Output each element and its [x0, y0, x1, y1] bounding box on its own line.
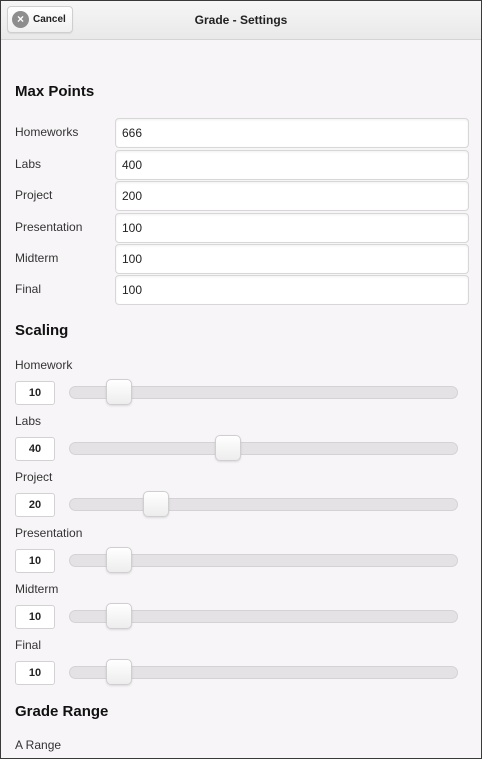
max-points-title: Max Points	[15, 83, 95, 100]
a-range-label: A Range	[15, 738, 62, 752]
project-scale-label: Project	[15, 470, 53, 484]
grade-range-title: Grade Range	[15, 703, 109, 720]
labs-max-input[interactable]	[115, 150, 469, 180]
labs-slider[interactable]	[69, 435, 458, 461]
homework-slider[interactable]	[69, 379, 458, 405]
homework-scale-value[interactable]: 10	[15, 381, 55, 405]
project-slider-handle[interactable]	[142, 491, 169, 517]
labs-slider-handle[interactable]	[215, 435, 242, 461]
labs-label: Labs	[15, 157, 42, 171]
final-label: Final	[15, 282, 42, 296]
header-bar: × Cancel Grade - Settings	[1, 1, 481, 40]
page-title: Grade - Settings	[194, 13, 288, 27]
midterm-scale-value[interactable]: 10	[15, 605, 55, 629]
final-slider[interactable]	[69, 659, 458, 685]
final-max-input[interactable]	[115, 275, 469, 305]
homework-scale-label: Homework	[15, 358, 73, 372]
presentation-scale-label: Presentation	[15, 526, 83, 540]
project-label: Project	[15, 188, 53, 202]
midterm-slider-handle[interactable]	[106, 603, 133, 629]
midterm-scale-label: Midterm	[15, 582, 59, 596]
project-scale-value[interactable]: 20	[15, 493, 55, 517]
scaling-title: Scaling	[15, 322, 69, 339]
homework-slider-handle[interactable]	[106, 379, 133, 405]
settings-screen: × Cancel Grade - Settings Max Points Hom…	[0, 0, 482, 759]
final-scale-label: Final	[15, 638, 42, 652]
presentation-max-input[interactable]	[115, 213, 469, 243]
midterm-max-input[interactable]	[115, 244, 469, 274]
project-slider[interactable]	[69, 491, 458, 517]
presentation-slider[interactable]	[69, 547, 458, 573]
project-max-input[interactable]	[115, 181, 469, 211]
homeworks-label: Homeworks	[15, 125, 79, 139]
final-slider-handle[interactable]	[106, 659, 133, 685]
midterm-slider[interactable]	[69, 603, 458, 629]
presentation-label: Presentation	[15, 220, 83, 234]
midterm-label: Midterm	[15, 251, 59, 265]
homeworks-max-input[interactable]	[115, 118, 469, 148]
presentation-scale-value[interactable]: 10	[15, 549, 55, 573]
final-scale-value[interactable]: 10	[15, 661, 55, 685]
presentation-slider-handle[interactable]	[106, 547, 133, 573]
labs-scale-label: Labs	[15, 414, 42, 428]
labs-scale-value[interactable]: 40	[15, 437, 55, 461]
